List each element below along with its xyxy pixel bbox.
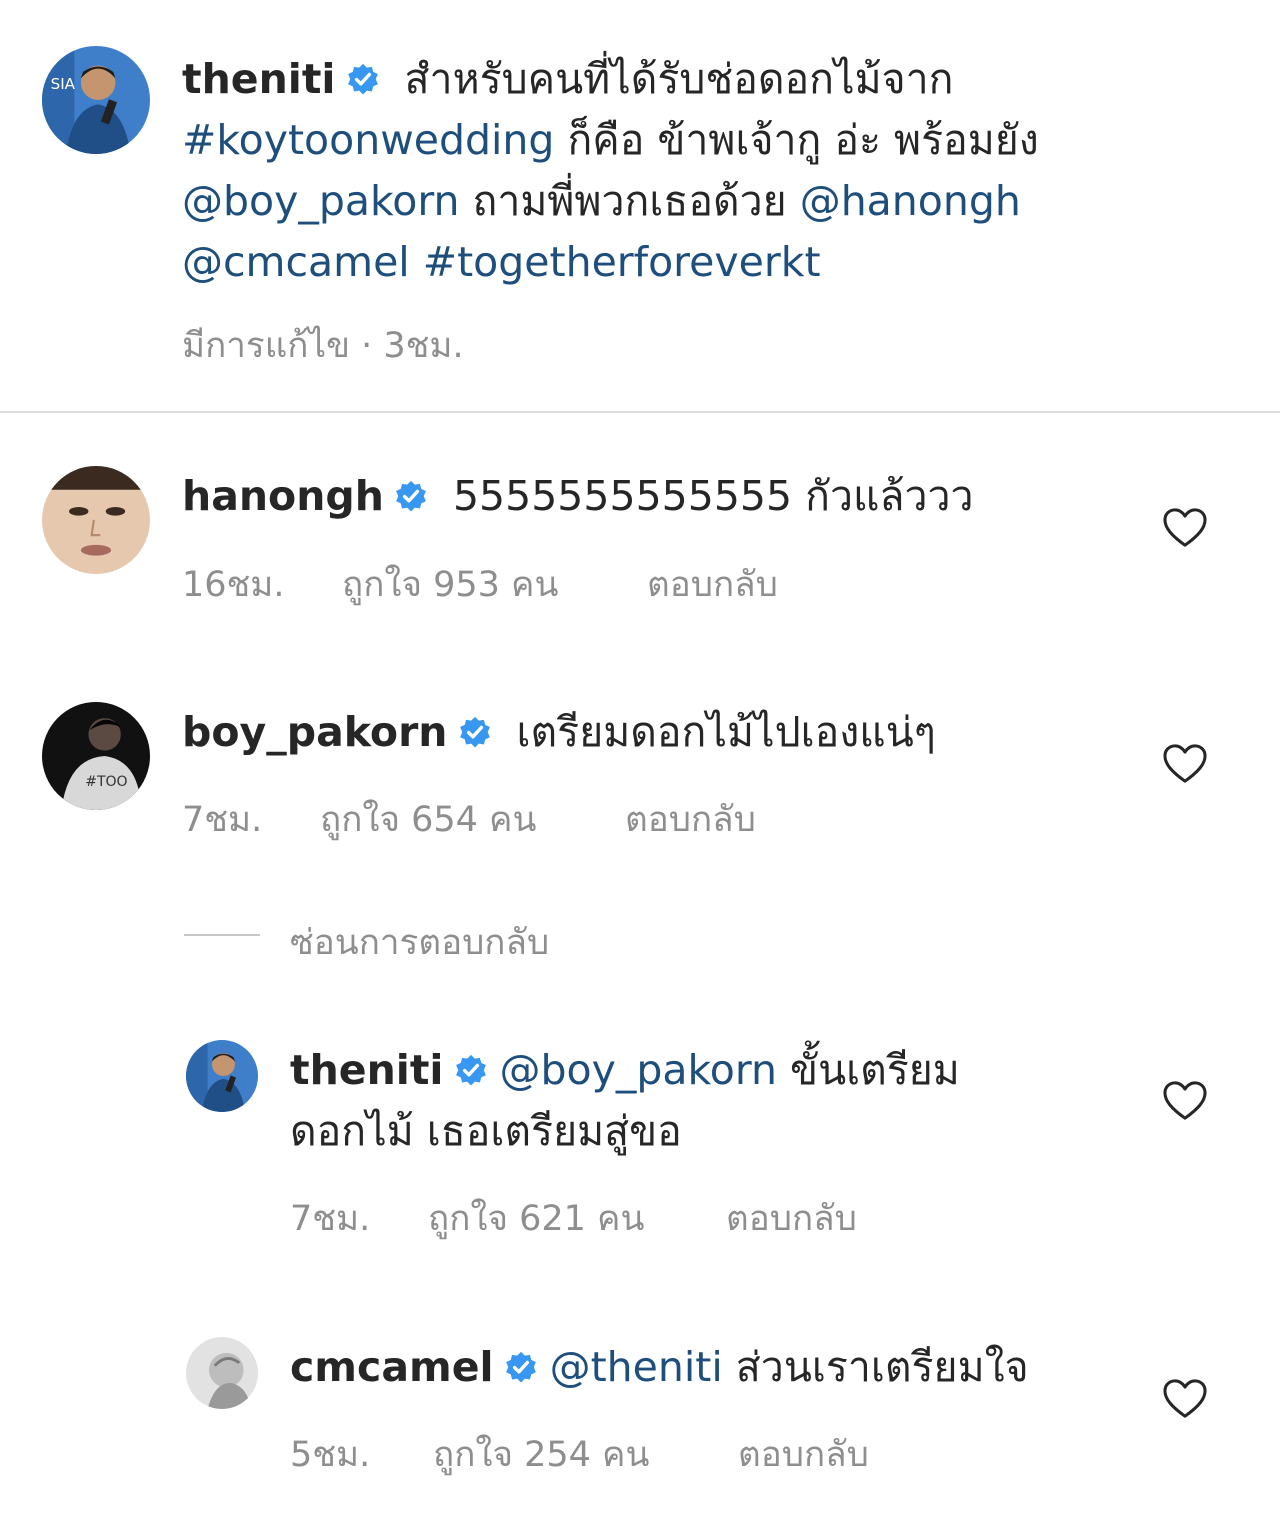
comment-username[interactable]: boy_pakorn (182, 708, 448, 756)
verified-badge-icon (394, 480, 428, 514)
mention-link[interactable]: @theniti (550, 1343, 723, 1391)
hashtag-link[interactable]: #koytoonwedding (182, 116, 554, 164)
reply-meta: 5ชม. ถูกใจ 254 คน ตอบกลับ (290, 1427, 869, 1482)
mention-link[interactable]: @boy_pakorn (500, 1046, 778, 1094)
reply-username[interactable]: cmcamel (290, 1343, 494, 1391)
reply-meta: 7ชม. ถูกใจ 621 คน ตอบกลับ (290, 1191, 857, 1246)
meta-separator: · (350, 326, 384, 366)
reply-button[interactable]: ตอบกลับ (625, 792, 756, 847)
heart-icon[interactable] (1162, 743, 1208, 785)
caption-text-part-4 (410, 238, 423, 286)
comment-boy-pakorn: boy_pakorn เตรียมดอกไม้ไปเองแน่ๆ (182, 702, 1142, 763)
caption-text-part-2: ก็คือ ข้าพเจ้ากู อ่ะ พร้อมยัง (554, 116, 1039, 164)
avatar-hanongh[interactable] (42, 466, 150, 574)
likes-count[interactable]: ถูกใจ 654 คน (320, 792, 625, 847)
verified-badge-icon (504, 1351, 538, 1385)
comment-hanongh: hanongh 5555555555555 กัวแล้ววว (182, 466, 1142, 527)
avatar-theniti-reply[interactable] (186, 1040, 258, 1112)
svg-text:#TOO: #TOO (85, 774, 127, 790)
likes-count[interactable]: ถูกใจ 621 คน (428, 1191, 726, 1246)
heart-icon[interactable] (1162, 1080, 1208, 1122)
avatar-boy-pakorn[interactable]: #TOO (42, 702, 150, 810)
comment-text: เตรียมดอกไม้ไปเองแน่ๆ (503, 708, 936, 756)
comment-meta: 7ชม. ถูกใจ 654 คน ตอบกลับ (182, 792, 756, 847)
caption-text-part-3: ถามพี่พวกเธอด้วย (459, 177, 800, 225)
reply-button[interactable]: ตอบกลับ (726, 1191, 857, 1246)
comment-time: 7ชม. (182, 800, 263, 840)
avatar-hanongh-image (42, 466, 150, 574)
reply-username[interactable]: theniti (290, 1046, 444, 1094)
hide-replies-button[interactable]: ซ่อนการตอบกลับ (290, 915, 549, 970)
reply-cmcamel: cmcamel @theniti ส่วนเราเตรียมใจ (290, 1337, 1150, 1398)
mention-link[interactable]: @hanongh (800, 177, 1021, 225)
verified-badge-icon (346, 63, 380, 97)
edited-label: มีการแก้ไข (182, 326, 350, 366)
verified-badge-icon (458, 716, 492, 750)
avatar-theniti[interactable]: SIA (42, 46, 150, 154)
reply-text: ส่วนเราเตรียมใจ (722, 1343, 1029, 1391)
heart-icon[interactable] (1162, 1378, 1208, 1420)
comment-text: 5555555555555 กัวแล้ววว (439, 472, 974, 520)
verified-badge-icon (454, 1054, 488, 1088)
avatar-theniti-image: SIA (42, 46, 150, 154)
avatar-boy-pakorn-image: #TOO (42, 702, 150, 810)
avatar-cmcamel-image (186, 1337, 258, 1409)
caption: theniti สำหรับคนที่ได้รับช่อดอกไม้จาก #k… (182, 49, 1182, 293)
mention-link[interactable]: @cmcamel (182, 238, 410, 286)
reply-button[interactable]: ตอบกลับ (738, 1427, 869, 1482)
comment-username[interactable]: hanongh (182, 472, 384, 520)
likes-count[interactable]: ถูกใจ 953 คน (342, 557, 647, 612)
caption-time: 3ชม. (383, 326, 464, 366)
caption-username[interactable]: theniti (182, 55, 336, 103)
comment-meta: 16ชม. ถูกใจ 953 คน ตอบกลับ (182, 557, 778, 612)
avatar-theniti-reply-image (186, 1040, 258, 1112)
caption-divider (0, 411, 1280, 413)
comment-time: 16ชม. (182, 565, 285, 605)
caption-meta: มีการแก้ไข · 3ชม. (182, 318, 464, 373)
likes-count[interactable]: ถูกใจ 254 คน (433, 1427, 738, 1482)
reply-time: 7ชม. (290, 1199, 371, 1239)
svg-text:SIA: SIA (51, 75, 76, 93)
reply-theniti: theniti @boy_pakorn ขั้นเตรียมดอกไม้ เธอเ… (290, 1040, 1010, 1162)
reply-button[interactable]: ตอบกลับ (647, 557, 778, 612)
avatar-cmcamel[interactable] (186, 1337, 258, 1409)
mention-link[interactable]: @boy_pakorn (182, 177, 460, 225)
heart-icon[interactable] (1162, 507, 1208, 549)
reply-time: 5ชม. (290, 1435, 371, 1475)
hashtag-link[interactable]: #togetherforeverkt (423, 238, 821, 286)
caption-text-part-1: สำหรับคนที่ได้รับช่อดอกไม้จาก (391, 55, 954, 103)
hide-replies-line (184, 934, 260, 936)
